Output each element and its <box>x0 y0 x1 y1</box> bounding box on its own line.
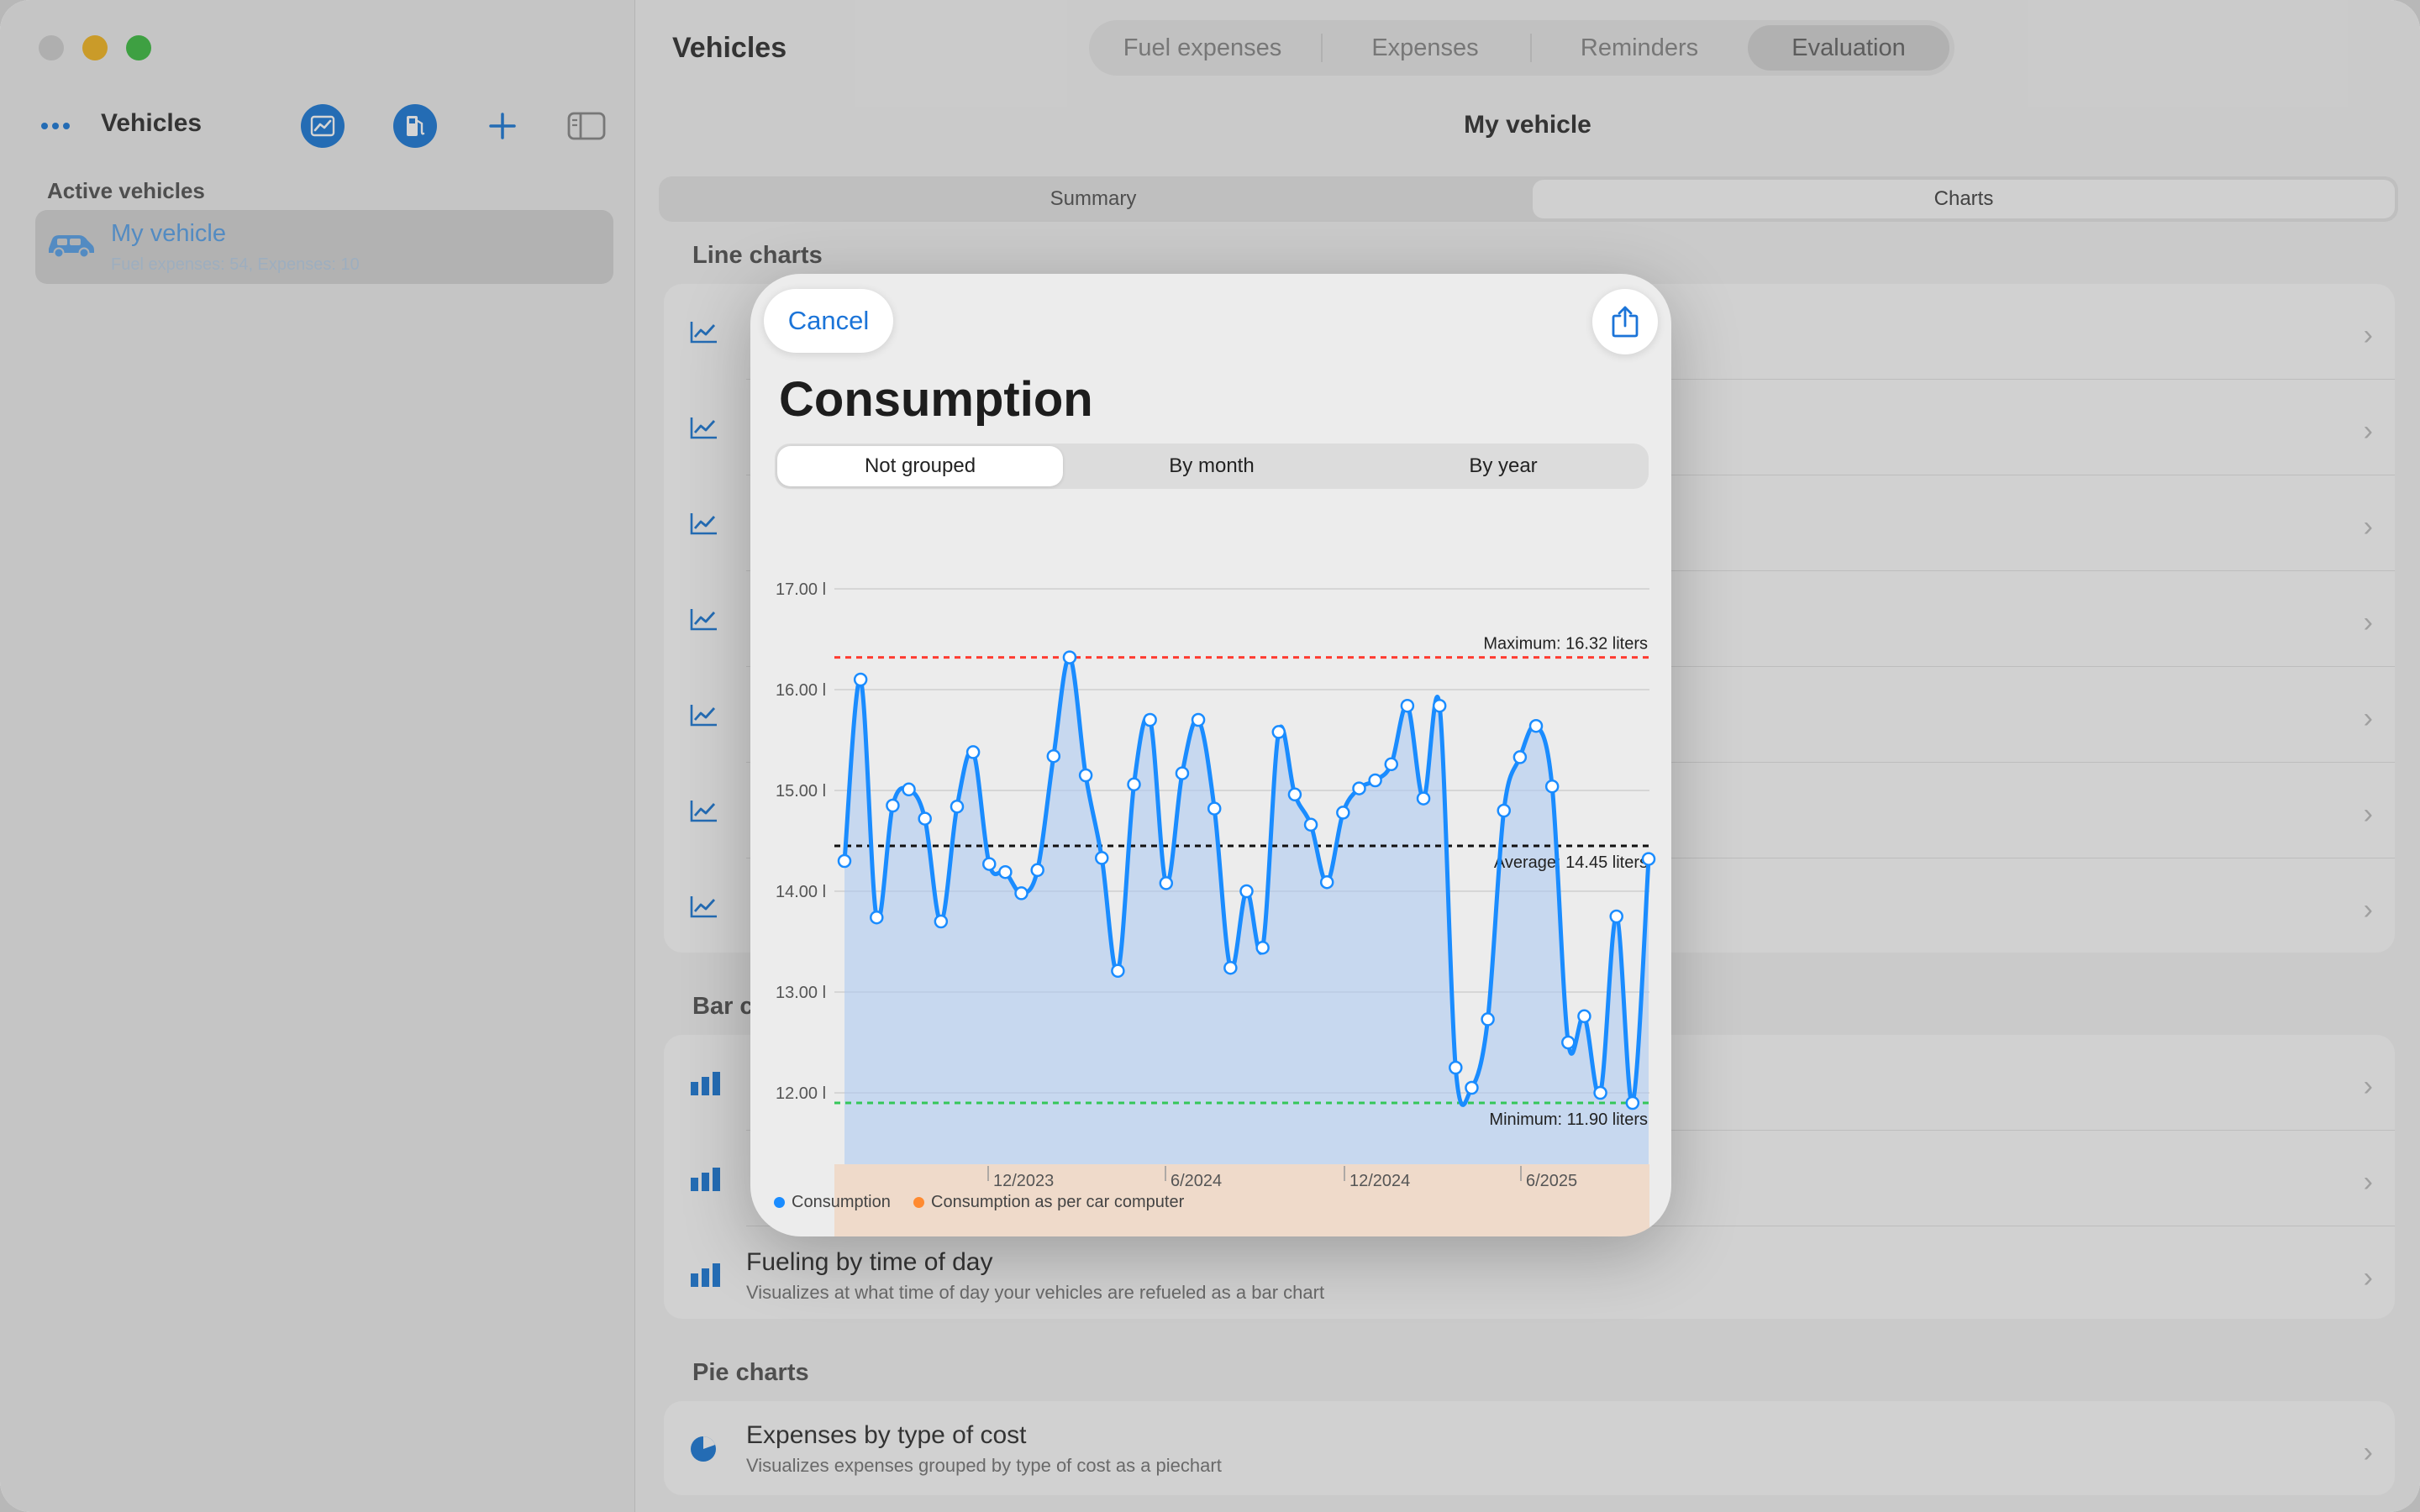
data-point <box>950 799 965 814</box>
data-point <box>1111 963 1125 979</box>
data-point <box>1528 718 1544 733</box>
data-point <box>1512 750 1528 764</box>
data-point <box>1465 1080 1479 1095</box>
data-point <box>1625 1095 1640 1110</box>
data-point <box>1191 712 1206 727</box>
data-point <box>998 864 1013 879</box>
data-point <box>1449 1060 1463 1075</box>
data-point <box>1416 791 1431 806</box>
legend-dot <box>913 1197 924 1208</box>
data-point <box>1287 787 1302 802</box>
data-point <box>918 811 932 826</box>
consumption-chart: 12.00 l 13.00 l 14.00 l 15.00 l 16.00 l 17.00… <box>776 580 1656 1236</box>
data-point <box>934 914 949 929</box>
data-point <box>1384 757 1399 772</box>
data-point <box>1030 863 1044 878</box>
data-point <box>853 672 868 687</box>
x-tick-label: 12/2023 <box>993 1172 1054 1190</box>
y-tick-label: 16.00 l <box>776 681 826 700</box>
data-point <box>1207 801 1222 816</box>
y-tick-label: 12.00 l <box>776 1084 826 1103</box>
data-point <box>837 853 852 869</box>
data-point <box>1609 909 1623 924</box>
app-window: Vehicles Active vehicles My vehicle Fuel… <box>0 0 2420 1512</box>
data-point <box>1319 874 1334 890</box>
y-tick-label: 15.00 l <box>776 782 826 801</box>
data-point <box>1159 876 1174 890</box>
legend-dot <box>774 1197 785 1208</box>
data-point <box>1078 768 1093 783</box>
data-point <box>1223 960 1238 975</box>
data-point <box>870 910 884 925</box>
data-point <box>1046 748 1061 764</box>
legend-label: Consumption as per car computer <box>931 1193 1185 1211</box>
data-point <box>1352 781 1366 795</box>
legend-item-consumption: Consumption <box>774 1193 891 1212</box>
data-point <box>886 798 900 813</box>
data-point <box>965 745 981 759</box>
y-tick-label: 13.00 l <box>776 984 826 1002</box>
y-tick-label: 14.00 l <box>776 883 826 901</box>
data-point <box>1544 779 1560 794</box>
data-point <box>1593 1085 1607 1100</box>
data-point <box>1481 1012 1495 1026</box>
data-point <box>1561 1035 1576 1050</box>
data-point <box>1368 773 1382 788</box>
data-point <box>1062 650 1077 664</box>
data-point <box>1271 725 1286 739</box>
legend-label: Consumption <box>792 1193 891 1211</box>
data-point <box>1094 851 1109 865</box>
x-tick-label: 6/2025 <box>1526 1172 1577 1190</box>
data-point <box>1127 777 1141 792</box>
x-tick-label: 12/2024 <box>1349 1172 1410 1190</box>
data-point <box>1577 1009 1591 1024</box>
consumption-chart-sheet: Cancel Consumption Not grouped By month … <box>750 274 1671 1236</box>
minimum-line-label: Minimum: 11.90 liters <box>1489 1110 1648 1129</box>
data-point <box>1143 712 1157 727</box>
x-tick-label: 6/2024 <box>1171 1172 1222 1190</box>
data-point <box>1497 803 1511 818</box>
data-point <box>1432 698 1447 713</box>
data-point <box>1014 886 1028 900</box>
data-point <box>982 857 997 871</box>
data-point <box>902 782 916 797</box>
data-point <box>1175 766 1190 780</box>
data-point <box>1239 884 1254 899</box>
data-point <box>1400 698 1415 713</box>
data-point <box>1336 806 1350 820</box>
maximum-line-label: Maximum: 16.32 liters <box>1483 635 1648 654</box>
data-point <box>1641 852 1656 866</box>
y-tick-label: 17.00 l <box>776 580 826 599</box>
average-line-label: Average: 14.45 liters <box>1494 853 1648 872</box>
data-point <box>1255 940 1270 955</box>
data-point <box>1303 817 1318 832</box>
legend-item-car-computer: Consumption as per car computer <box>913 1193 1184 1212</box>
